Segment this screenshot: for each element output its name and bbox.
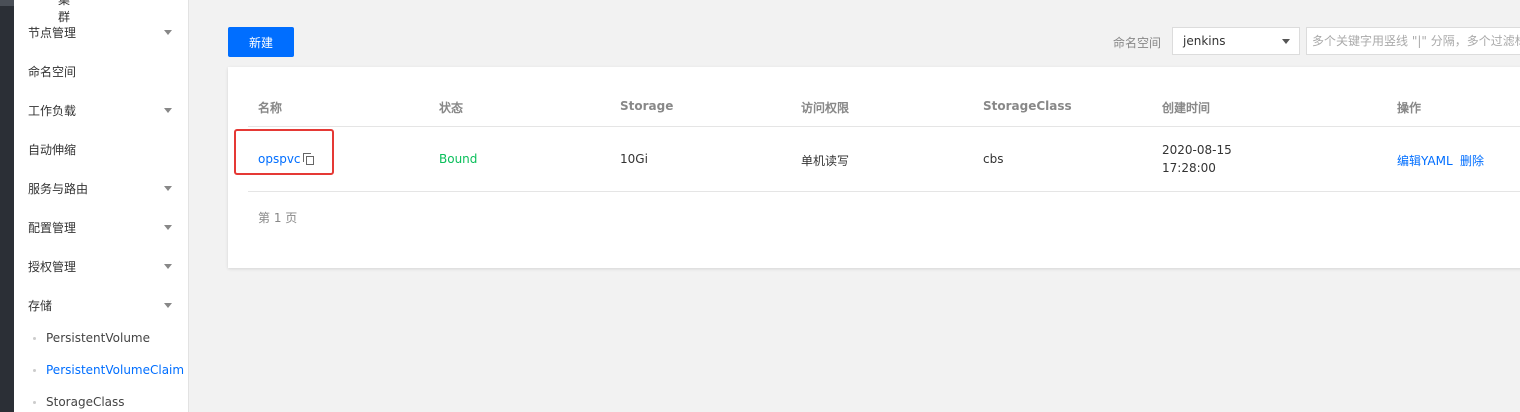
created-date: 2020-08-15 [1162,143,1232,157]
sidebar-subitem-label: PersistentVolume [46,331,150,345]
column-header-actions: 操作 [1397,101,1422,115]
bullet-icon [33,337,36,340]
column-header-status: 状态 [439,101,464,115]
namespace-select[interactable]: jenkins [1172,27,1300,55]
chevron-down-icon [164,264,172,269]
access-mode-cell: 单机读写 [801,154,850,168]
caret-down-icon [1282,39,1290,44]
sidebar-item-workload[interactable]: 工作负载 [28,101,178,121]
chevron-down-icon [164,225,172,230]
sidebar-item-label: 命名空间 [28,65,77,79]
namespace-label: 命名空间 [1113,36,1162,50]
sidebar-item-autoscaling[interactable]: 自动伸缩 [28,140,178,160]
sidebar-item-label: 节点管理 [28,26,77,40]
created-time: 17:28:00 [1162,161,1216,175]
namespace-select-value: jenkins [1183,34,1226,48]
sidebar-subitem-label: StorageClass [46,395,125,409]
storage-cell: 10Gi [620,152,648,166]
column-header-created-time: 创建时间 [1162,101,1211,115]
new-button[interactable]: 新建 [228,27,294,57]
column-header-access: 访问权限 [801,101,850,115]
sidebar-subitem-storage-class[interactable]: StorageClass [33,393,125,411]
sidebar-item-label: 服务与路由 [28,182,89,196]
pvc-table-card: 名称 状态 Storage 访问权限 StorageClass 创建时间 操作 … [228,67,1520,268]
table-row-divider [248,191,1520,192]
storage-class-cell: cbs [983,152,1004,166]
delete-link[interactable]: 删除 [1460,152,1484,169]
sidebar-item-node-management[interactable]: 节点管理 [28,23,178,43]
sidebar-item-label: 配置管理 [28,221,77,235]
sidebar-item-storage[interactable]: 存储 [28,296,178,316]
sidebar-item-label: 工作负载 [28,104,77,118]
sidebar-subitem-persistent-volume-claim[interactable]: PersistentVolumeClaim [33,361,185,379]
chevron-down-icon [164,303,172,308]
chevron-down-icon [164,108,172,113]
sidebar-item-label: 授权管理 [28,260,77,274]
page-indicator: 第 1 页 [258,211,298,225]
sidebar-item-cluster-partial[interactable]: 集群 [58,0,80,24]
column-header-storage: Storage [620,99,674,113]
bullet-icon [33,369,36,372]
sidebar-subitem-persistent-volume[interactable]: PersistentVolume [33,329,150,347]
sidebar-subitem-label: PersistentVolumeClaim [46,363,185,377]
column-header-storage-class: StorageClass [983,99,1072,113]
column-header-name: 名称 [258,101,283,115]
chevron-down-icon [164,30,172,35]
sidebar-item-service-routing[interactable]: 服务与路由 [28,179,178,199]
search-input[interactable] [1306,27,1520,55]
sidebar: 集群 节点管理 命名空间 工作负载 自动伸缩 服务与路由 配置管理 授权管理 存… [14,0,189,412]
bullet-icon [33,401,36,404]
sidebar-item-label: 自动伸缩 [28,143,77,157]
sidebar-item-namespace[interactable]: 命名空间 [28,62,178,82]
chevron-down-icon [164,186,172,191]
app-edge-strip [0,0,14,412]
annotation-highlight-box [234,129,334,175]
sidebar-item-config[interactable]: 配置管理 [28,218,178,238]
table-header-divider [248,126,1520,127]
status-badge: Bound [439,152,478,166]
sidebar-item-authorization[interactable]: 授权管理 [28,257,178,277]
sidebar-item-label: 存储 [28,299,53,313]
edit-yaml-link[interactable]: 编辑YAML [1397,152,1453,169]
